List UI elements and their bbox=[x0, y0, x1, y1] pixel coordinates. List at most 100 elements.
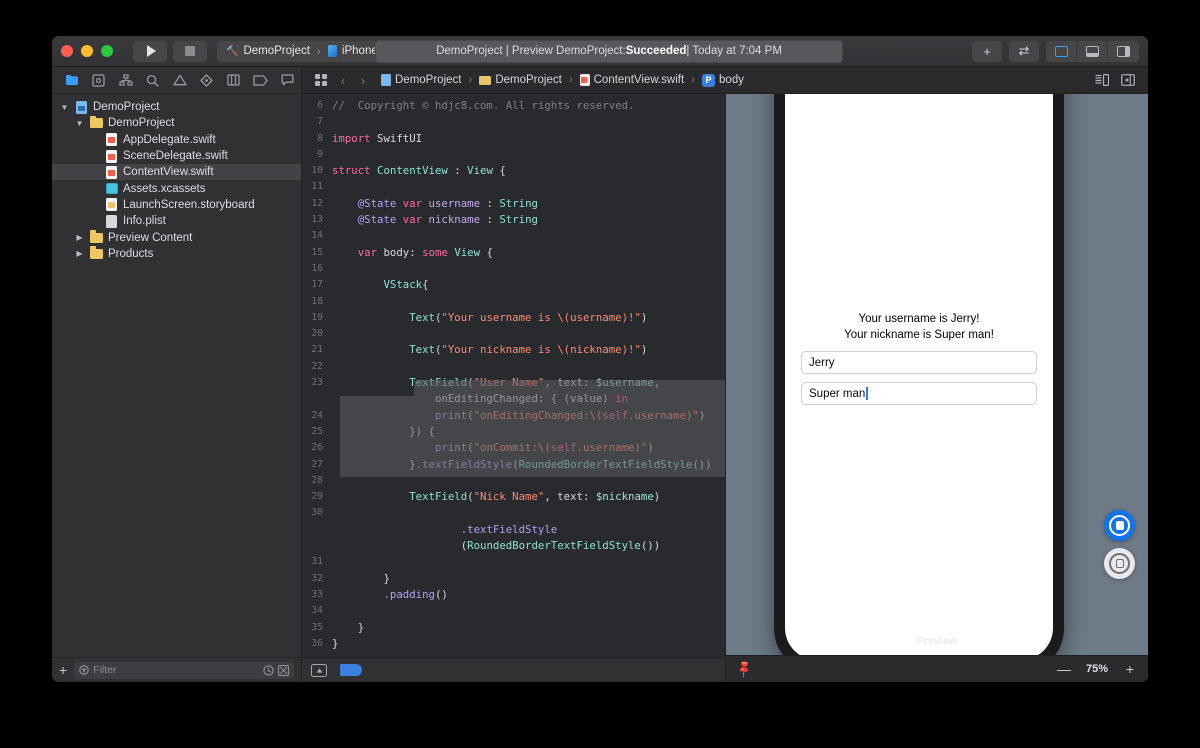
line-number: 7 bbox=[317, 116, 323, 128]
folder-navigator-icon[interactable] bbox=[58, 69, 85, 91]
file-tree-label: SceneDelegate.swift bbox=[123, 150, 228, 163]
line-number: 32 bbox=[311, 572, 323, 584]
code-text: print("onEditingChanged:\(self.username)… bbox=[434, 408, 706, 422]
navigate-back-button[interactable]: ‹ bbox=[333, 73, 353, 88]
breadcrumb-item-project[interactable]: DemoProject bbox=[381, 74, 461, 86]
preview-canvas: Your username is Jerry! Your nickname is… bbox=[725, 94, 1148, 682]
navigate-forward-button[interactable]: › bbox=[353, 73, 373, 88]
line-number: 8 bbox=[317, 132, 323, 144]
line-number: 30 bbox=[311, 507, 323, 519]
breadcrumb-item-symbol[interactable]: P body bbox=[702, 73, 744, 87]
test-navigator-icon[interactable] bbox=[193, 69, 220, 91]
zoom-level: 75% bbox=[1085, 663, 1108, 675]
disclosure-open-icon[interactable]: ▼ bbox=[74, 119, 85, 128]
canvas-bottom-bar: 📌 — 75% + bbox=[726, 655, 1148, 682]
code-line: 33 .padding() bbox=[302, 587, 725, 603]
debug-area-icon bbox=[311, 663, 327, 677]
report-navigator-icon[interactable] bbox=[274, 69, 301, 91]
file-tree-row[interactable]: Info.plist bbox=[52, 213, 301, 229]
file-tree-row[interactable]: Assets.xcassets bbox=[52, 180, 301, 196]
add-file-button[interactable]: + bbox=[59, 663, 67, 677]
nickname-textfield[interactable]: Super man bbox=[801, 382, 1037, 405]
breadcrumb-item-file[interactable]: ContentView.swift bbox=[579, 74, 684, 86]
code-line: 10 struct ContentView : View { bbox=[302, 163, 725, 179]
canvas-surface[interactable]: Your username is Jerry! Your nickname is… bbox=[726, 94, 1148, 655]
source-control-navigator-icon[interactable] bbox=[85, 69, 112, 91]
code-text: Text("Your username is \(username)!") bbox=[409, 310, 648, 324]
issue-navigator-icon[interactable] bbox=[166, 69, 193, 91]
line-number: 27 bbox=[311, 458, 323, 470]
code-line: 28 bbox=[302, 473, 725, 489]
debug-navigator-icon[interactable] bbox=[220, 69, 247, 91]
standard-editor-icon bbox=[1054, 45, 1068, 57]
property-icon: P bbox=[702, 73, 716, 87]
toolbar-right-group: + ⇄ bbox=[972, 40, 1139, 62]
username-textfield[interactable]: Jerry bbox=[801, 351, 1037, 374]
breadcrumb-label: DemoProject bbox=[495, 74, 562, 86]
file-tree-row[interactable]: ▶ Preview Content bbox=[52, 229, 301, 245]
code-text: } bbox=[357, 620, 365, 634]
code-text: .padding() bbox=[383, 587, 448, 601]
zoom-in-button[interactable]: + bbox=[1123, 661, 1137, 677]
code-line: 21 Text("Your nickname is \(nickname)!") bbox=[302, 342, 725, 358]
add-editor-button[interactable]: + bbox=[972, 40, 1002, 62]
assets-icon bbox=[105, 183, 118, 195]
file-tree-row[interactable]: LaunchScreen.storyboard bbox=[52, 197, 301, 213]
breadcrumb-item-folder[interactable]: DemoProject bbox=[479, 74, 562, 86]
stop-button[interactable] bbox=[173, 40, 207, 62]
file-tree: ▼ DemoProject ▼ DemoProject AppDelegate.swif… bbox=[52, 94, 301, 657]
code-area[interactable]: 6 // Copyright © hdjc8.com. All rights re… bbox=[302, 94, 725, 657]
file-tree-label: AppDelegate.swift bbox=[123, 133, 216, 146]
close-button[interactable] bbox=[61, 45, 73, 57]
breakpoint-indicator[interactable] bbox=[340, 664, 362, 676]
status-prefix: DemoProject | Preview DemoProject: bbox=[436, 45, 626, 57]
device-screen[interactable]: Your username is Jerry! Your nickname is… bbox=[785, 94, 1053, 655]
standard-editor-button[interactable] bbox=[1046, 40, 1077, 62]
file-tree-row[interactable]: AppDelegate.swift bbox=[52, 132, 301, 148]
preview-on-device-button[interactable] bbox=[1104, 548, 1135, 579]
minimize-button[interactable] bbox=[81, 45, 93, 57]
code-line: 9 bbox=[302, 147, 725, 163]
find-navigator-icon[interactable] bbox=[139, 69, 166, 91]
source-control-filter-icon[interactable] bbox=[278, 664, 289, 676]
swap-editor-button[interactable]: ⇄ bbox=[1009, 40, 1039, 62]
inspector-toggle-button[interactable] bbox=[1108, 41, 1139, 62]
breadcrumb-label: body bbox=[719, 74, 744, 86]
live-preview-button[interactable] bbox=[1104, 510, 1135, 541]
status-bar[interactable]: DemoProject | Preview DemoProject: Succe… bbox=[375, 39, 843, 63]
line-number: 35 bbox=[311, 621, 323, 633]
disclosure-closed-icon[interactable]: ▶ bbox=[74, 249, 85, 258]
code-text: // Copyright © hdjc8.com. All rights res… bbox=[332, 99, 635, 112]
file-tree-row[interactable]: ▼ DemoProject bbox=[52, 115, 301, 131]
file-tree-row[interactable]: ▼ DemoProject bbox=[52, 99, 301, 115]
symbol-navigator-icon[interactable] bbox=[112, 69, 139, 91]
zoom-out-button[interactable]: — bbox=[1057, 661, 1071, 677]
recent-files-icon[interactable] bbox=[263, 664, 274, 676]
minimap-toggle-icon[interactable] bbox=[1091, 70, 1113, 90]
navigator-selector-bar bbox=[52, 67, 302, 93]
code-text: } bbox=[332, 636, 339, 650]
disclosure-closed-icon[interactable]: ▶ bbox=[74, 233, 85, 242]
assistant-editor-button[interactable] bbox=[1077, 40, 1108, 62]
code-line: 34 bbox=[302, 603, 725, 619]
file-tree-label: ContentView.swift bbox=[123, 166, 214, 179]
code-line: 24 print("onEditingChanged:\(self.userna… bbox=[302, 408, 725, 424]
maximize-button[interactable] bbox=[101, 45, 113, 57]
code-line: 20 bbox=[302, 326, 725, 342]
breadcrumb-separator: › bbox=[468, 74, 473, 86]
inspector-toggle-icon[interactable] bbox=[1117, 70, 1139, 90]
debug-area-button[interactable] bbox=[311, 663, 327, 677]
line-number: 13 bbox=[311, 214, 323, 226]
folder-icon-glyph bbox=[90, 115, 103, 129]
file-tree-row[interactable]: ▶ Products bbox=[52, 246, 301, 262]
breakpoint-navigator-icon[interactable] bbox=[247, 69, 274, 91]
filter-field[interactable]: Filter bbox=[74, 661, 294, 679]
file-tree-row[interactable]: ContentView.swift bbox=[52, 164, 301, 181]
file-tree-row[interactable]: SceneDelegate.swift bbox=[52, 148, 301, 164]
device-frame: Your username is Jerry! Your nickname is… bbox=[774, 94, 1064, 655]
pin-icon[interactable]: 📌 bbox=[734, 659, 754, 679]
code-text: print("onCommit:\(self.username)") bbox=[434, 441, 654, 455]
related-items-icon[interactable] bbox=[309, 74, 333, 86]
disclosure-open-icon[interactable]: ▼ bbox=[59, 103, 70, 112]
run-button[interactable] bbox=[133, 40, 167, 62]
